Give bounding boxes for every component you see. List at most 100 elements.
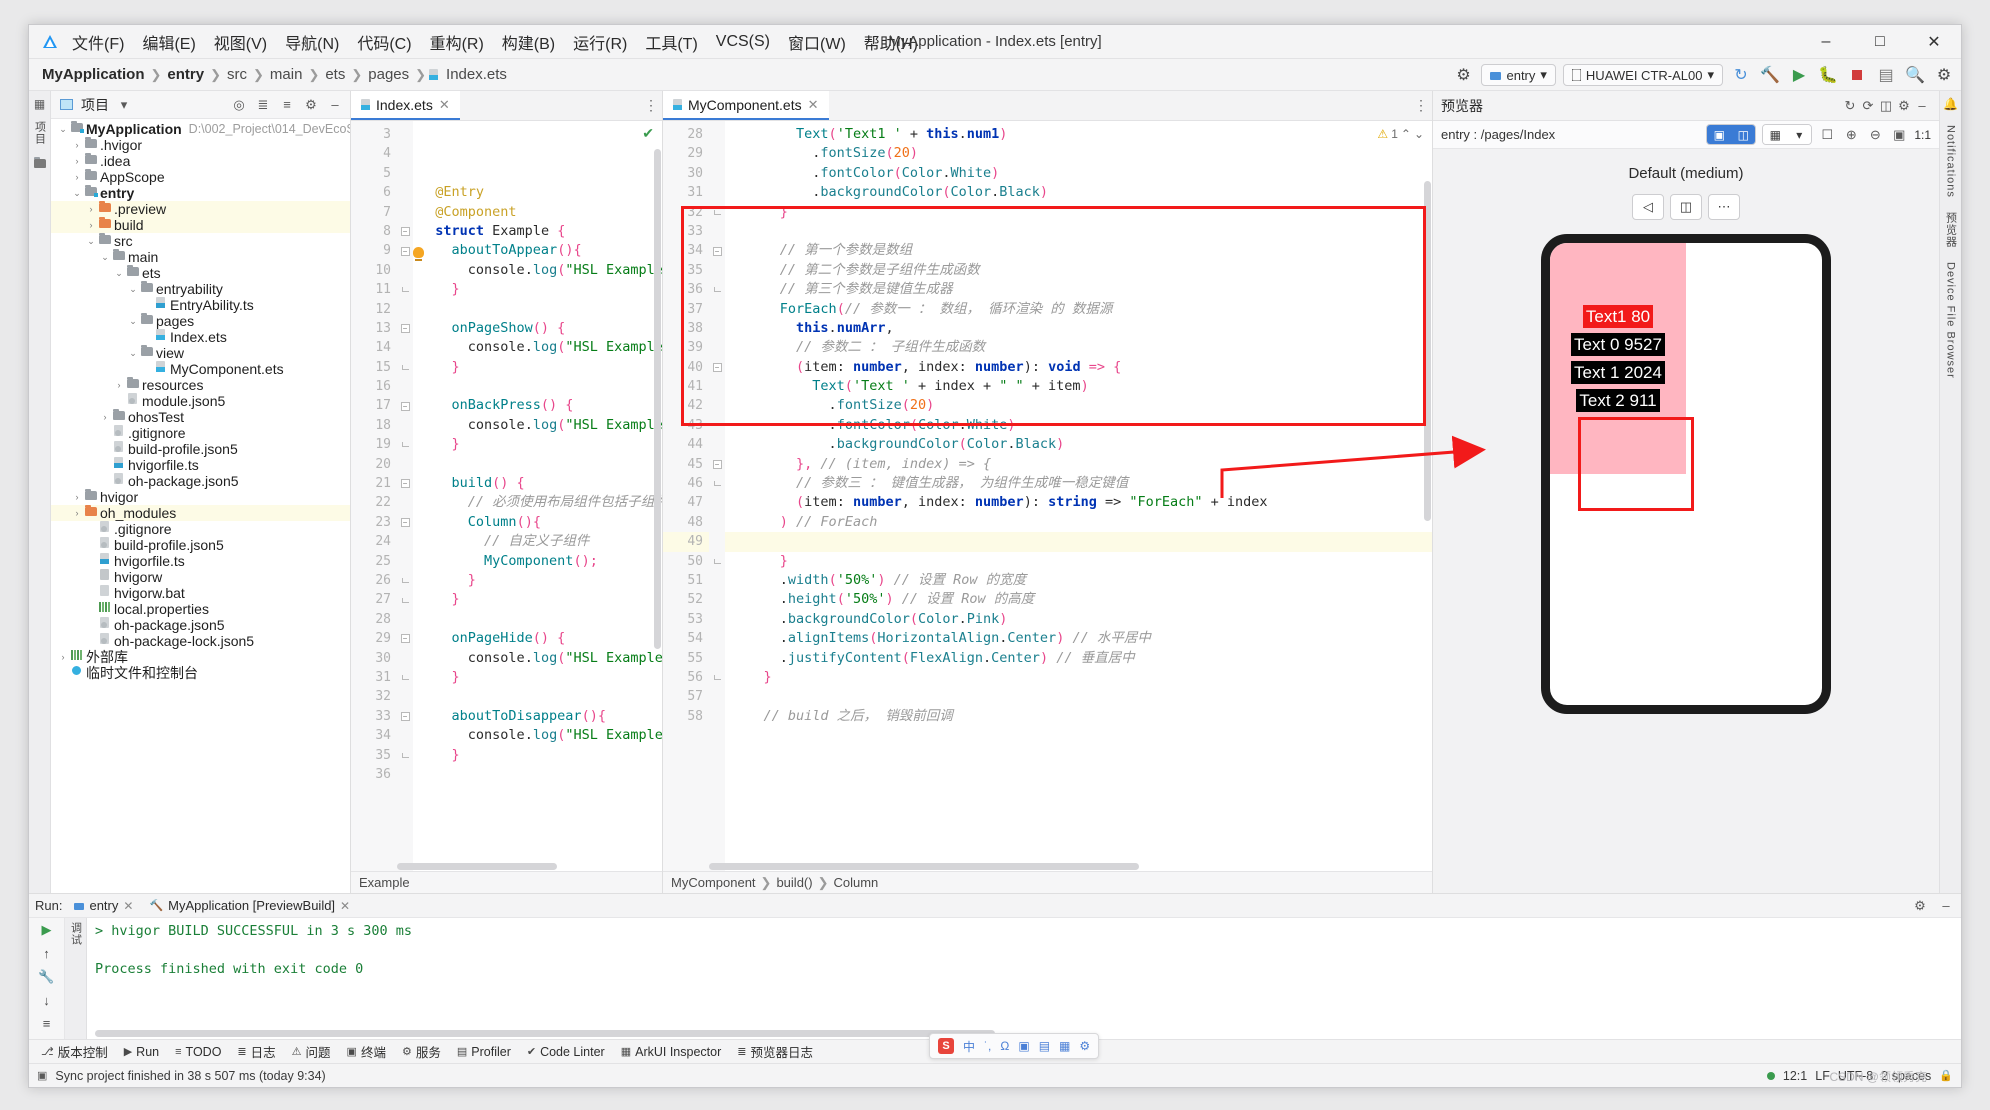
- code-line[interactable]: .backgroundColor(Color.Black): [725, 435, 1432, 454]
- rail-label-device-file-browser[interactable]: Device File Browser: [1945, 262, 1957, 379]
- inspect-toggle-group[interactable]: ▣ ◫: [1706, 124, 1757, 145]
- tool-[interactable]: ⚠ 问题: [284, 1040, 339, 1064]
- code-line[interactable]: aboutToDisappear(){: [413, 707, 662, 726]
- tree-item-hvigorfile-ts[interactable]: hvigorfile.ts: [51, 457, 350, 473]
- code-line[interactable]: // 参数二 ： 子组件生成函数: [725, 338, 1432, 357]
- tree-item-main[interactable]: ⌄ main: [51, 248, 350, 265]
- close-button[interactable]: ✕: [1907, 25, 1961, 59]
- tree-item-hvigorfile-ts[interactable]: hvigorfile.ts: [51, 553, 350, 569]
- code-fold-toggle[interactable]: −: [709, 455, 725, 474]
- device-selector[interactable]: HUAWEI CTR-AL00 ▾: [1562, 64, 1723, 86]
- hide-icon[interactable]: –: [1913, 97, 1931, 115]
- tree-item-build[interactable]: › build: [51, 216, 350, 233]
- tree-item-oh-package-json5[interactable]: oh-package.json5: [51, 617, 350, 633]
- fold-collapse-icon[interactable]: −: [400, 518, 410, 527]
- tree-twisty-icon[interactable]: ⌄: [127, 345, 139, 361]
- tree-item-entry[interactable]: ⌄ entry: [51, 184, 350, 201]
- more-vertical-icon[interactable]: ⋮: [1410, 91, 1432, 120]
- rotate-icon[interactable]: ◫: [1670, 194, 1702, 220]
- code-line[interactable]: [413, 765, 662, 784]
- tree-item-module-json5[interactable]: module.json5: [51, 393, 350, 409]
- down-icon[interactable]: ↓: [43, 993, 50, 1008]
- menu-vcs[interactable]: VCS(S): [707, 29, 779, 55]
- code-line[interactable]: console.log("HSL Example abo: [413, 726, 662, 745]
- breadcrumb-index-ets[interactable]: Index.ets: [441, 66, 512, 83]
- tree-item-ohostest[interactable]: › ohosTest: [51, 408, 350, 425]
- ime-mode-chinese[interactable]: 中: [963, 1038, 975, 1055]
- back-icon[interactable]: ◁: [1632, 194, 1664, 220]
- expand-all-icon[interactable]: ≣: [254, 96, 272, 114]
- caret-position[interactable]: 12:1: [1783, 1069, 1807, 1083]
- code-line[interactable]: // 第二个参数是子组件生成函数: [725, 261, 1432, 280]
- tree-item-oh-package-lock-json5[interactable]: oh-package-lock.json5: [51, 633, 350, 649]
- menu-build[interactable]: 构建(B): [493, 26, 564, 58]
- code-line[interactable]: console.log("HSL Example onP: [413, 649, 662, 668]
- list-caret-icon[interactable]: ▾: [1787, 125, 1812, 144]
- code-fold-toggle[interactable]: [397, 280, 413, 299]
- fold-end-icon[interactable]: [401, 675, 409, 681]
- fold-end-icon[interactable]: [401, 364, 409, 370]
- code-line[interactable]: ForEach(// 参数一 ： 数组， 循环渲染 的 数据源: [725, 300, 1432, 319]
- code-line[interactable]: (item: number, index: number): void => {: [725, 358, 1432, 377]
- code-fold-toggle[interactable]: −: [397, 396, 413, 415]
- code-line[interactable]: // 自定义子组件: [413, 532, 662, 551]
- code-text-left[interactable]: @Entry @Component struct Example { about…: [413, 121, 662, 871]
- code-fold-toggle[interactable]: −: [709, 241, 725, 260]
- tree-item-view[interactable]: ⌄ view: [51, 344, 350, 361]
- code-line[interactable]: }: [725, 668, 1432, 687]
- fold-collapse-icon[interactable]: −: [400, 634, 410, 644]
- breadcrumb-mycomponent[interactable]: MyComponent: [671, 875, 756, 890]
- tree-item-local-properties[interactable]: local.properties: [51, 601, 350, 617]
- code-line[interactable]: .fontColor(Color.White): [725, 416, 1432, 435]
- code-line[interactable]: .height('50%') // 设置 Row 的高度: [725, 590, 1432, 609]
- code-line[interactable]: aboutToAppear(){: [413, 241, 662, 260]
- ime-emoji-icon[interactable]: ▣: [1018, 1039, 1029, 1053]
- line-separator[interactable]: LF: [1815, 1069, 1830, 1083]
- code-line[interactable]: // 第一个参数是数组: [725, 241, 1432, 260]
- code-line[interactable]: @Component: [413, 203, 662, 222]
- tool-todo[interactable]: ≡ TODO: [167, 1040, 229, 1064]
- code-line[interactable]: onPageHide() {: [413, 629, 662, 648]
- ime-keyboard-icon[interactable]: ▦: [1059, 1039, 1070, 1053]
- tree-item-ets[interactable]: ⌄ ets: [51, 264, 350, 281]
- tree-twisty-icon[interactable]: ›: [113, 377, 125, 393]
- code-line[interactable]: .justifyContent(FlexAlign.Center) // 垂直居…: [725, 649, 1432, 668]
- code-line[interactable]: }: [413, 668, 662, 687]
- tree-item-hvigor[interactable]: › .hvigor: [51, 136, 350, 153]
- tree-item-oh-modules[interactable]: › oh_modules: [51, 504, 350, 521]
- code-fold-toggle[interactable]: −: [397, 513, 413, 532]
- tree-item-entryability-ts[interactable]: EntryAbility.ts: [51, 297, 350, 313]
- tool-run[interactable]: ▶ Run: [116, 1040, 167, 1064]
- code-line[interactable]: .backgroundColor(Color.Pink): [725, 610, 1432, 629]
- tool-[interactable]: ⚙ 服务: [394, 1040, 449, 1064]
- fold-gutter-right[interactable]: − − −: [709, 121, 725, 871]
- console-hscrollbar[interactable]: [95, 1030, 995, 1037]
- more-icon[interactable]: ⋯: [1708, 194, 1740, 220]
- run-console[interactable]: > hvigor BUILD SUCCESSFUL in 3 s 300 ms …: [87, 918, 1961, 1039]
- breadcrumb-ets[interactable]: ets: [320, 66, 350, 83]
- tree-twisty-icon[interactable]: ›: [71, 169, 83, 185]
- menu-file[interactable]: 文件(F): [63, 26, 133, 58]
- code-line[interactable]: [413, 300, 662, 319]
- tree-item-build-profile-json5[interactable]: build-profile.json5: [51, 441, 350, 457]
- fold-collapse-icon[interactable]: −: [400, 246, 410, 256]
- code-line[interactable]: console.log("HSL Example onB: [413, 416, 662, 435]
- code-line[interactable]: // 第三个参数是键值生成器: [725, 280, 1432, 299]
- filter-icon[interactable]: ≡: [43, 1016, 51, 1031]
- tree-item-entryability[interactable]: ⌄ entryability: [51, 280, 350, 297]
- code-fold-toggle[interactable]: −: [397, 707, 413, 726]
- code-line[interactable]: // build 之后， 销毁前回调: [725, 707, 1432, 726]
- editor-scrollbar-left[interactable]: [654, 149, 661, 649]
- tree-twisty-icon[interactable]: ›: [71, 505, 83, 521]
- tree-twisty-icon[interactable]: ›: [57, 649, 69, 665]
- editor-hscrollbar-left[interactable]: [397, 863, 557, 870]
- code-fold-toggle[interactable]: [397, 746, 413, 765]
- profiler-icon[interactable]: ▤: [1875, 64, 1897, 86]
- fold-end-icon[interactable]: [401, 597, 409, 603]
- locate-icon[interactable]: ◎: [230, 96, 248, 114]
- collapse-all-icon[interactable]: ≡: [278, 96, 296, 114]
- tool-arkui-inspector[interactable]: ▦ ArkUI Inspector: [613, 1040, 730, 1064]
- tool-[interactable]: ≣ 预览器日志: [729, 1040, 821, 1064]
- ime-screenshot-icon[interactable]: ▤: [1039, 1039, 1050, 1053]
- multi-layer-icon[interactable]: ◫: [1731, 125, 1756, 144]
